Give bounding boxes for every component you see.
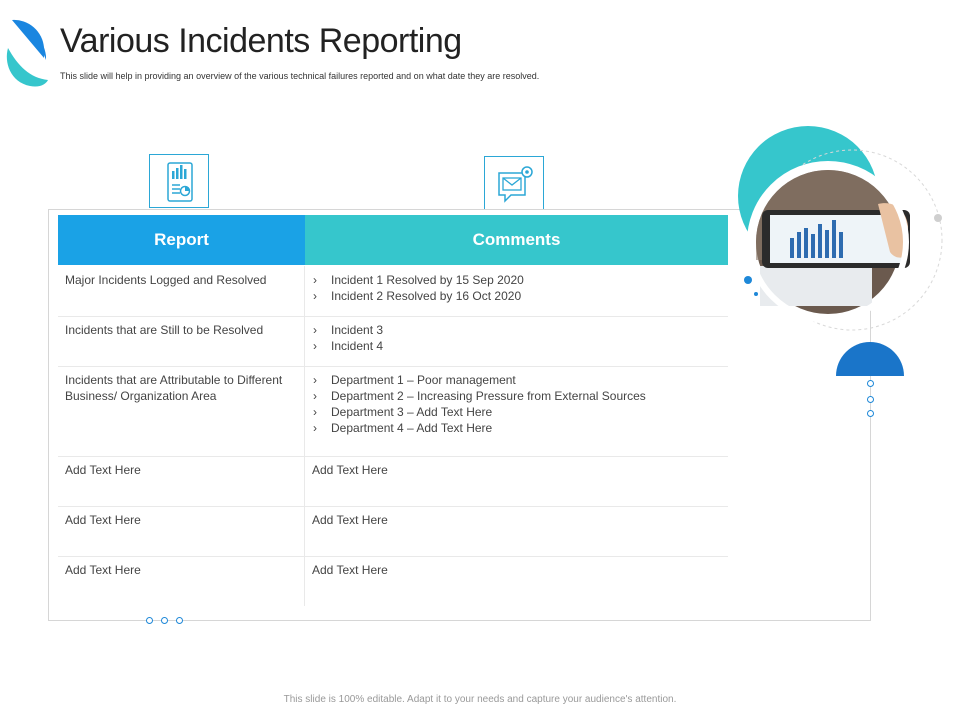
decorative-dot — [146, 617, 153, 624]
report-chart-icon — [149, 154, 209, 208]
column-header-report: Report — [58, 215, 305, 265]
list-item: › Department 3 – Add Text Here — [313, 405, 493, 419]
table-row: Add Text Here Add Text Here — [58, 456, 728, 507]
list-item: › Department 4 – Add Text Here — [313, 421, 493, 435]
report-cell: Major Incidents Logged and Resolved — [65, 273, 267, 287]
list-item: › Incident 3 — [313, 323, 384, 337]
list-item: › Incident 4 — [313, 339, 384, 353]
chevron-right-icon: › — [313, 273, 317, 287]
page-title: Various Incidents Reporting — [60, 22, 462, 60]
report-cell: Add Text Here — [65, 463, 141, 477]
table-row: Incidents that are Attributable to Diffe… — [58, 366, 728, 457]
decorative-dot — [161, 617, 168, 624]
comments-cell: Add Text Here — [312, 563, 388, 577]
list-item: › Incident 2 Resolved by 16 Oct 2020 — [313, 289, 522, 303]
table-row: Major Incidents Logged and Resolved › Inc… — [58, 266, 728, 317]
decorative-dot — [867, 396, 874, 403]
chevron-right-icon: › — [313, 339, 317, 353]
table-row: Incidents that are Still to be Resolved … — [58, 316, 728, 367]
report-cell: Incidents that are Attributable to Diffe… — [65, 373, 283, 403]
report-cell: Add Text Here — [65, 563, 141, 577]
list-item: › Incident 1 Resolved by 15 Sep 2020 — [313, 273, 524, 287]
chevron-right-icon: › — [313, 373, 317, 387]
email-settings-icon — [484, 156, 544, 210]
list-item: › Department 2 – Increasing Pressure from… — [313, 389, 646, 403]
footer-note: This slide is 100% editable. Adapt it to… — [283, 694, 677, 705]
comments-list: › Incident 3 › Incident 4 — [313, 322, 383, 354]
comments-list: › Department 1 – Poor management › Departm… — [313, 372, 646, 436]
decorative-dot — [867, 380, 874, 387]
table-row: Add Text Here Add Text Here — [58, 506, 728, 557]
report-cell: Incidents that are Still to be Resolved — [65, 323, 264, 337]
page-subtitle: This slide will help in providing an ove… — [60, 71, 540, 81]
decorative-dot — [867, 410, 874, 417]
chevron-right-icon: › — [313, 289, 317, 303]
comments-cell: Add Text Here — [312, 463, 388, 477]
comments-cell: Add Text Here — [312, 513, 388, 527]
list-item: › Department 1 – Poor management — [313, 373, 516, 387]
chevron-right-icon: › — [313, 389, 317, 403]
decorative-dot — [176, 617, 183, 624]
chevron-right-icon: › — [313, 323, 317, 337]
column-header-comments: Comments — [305, 215, 728, 265]
comments-list: › Incident 1 Resolved by 15 Sep 2020 › Inc… — [313, 272, 524, 304]
brand-logo — [6, 19, 49, 87]
table-row: Add Text Here Add Text Here — [58, 556, 728, 606]
chevron-right-icon: › — [313, 421, 317, 435]
report-cell: Add Text Here — [65, 513, 141, 527]
chevron-right-icon: › — [313, 405, 317, 419]
